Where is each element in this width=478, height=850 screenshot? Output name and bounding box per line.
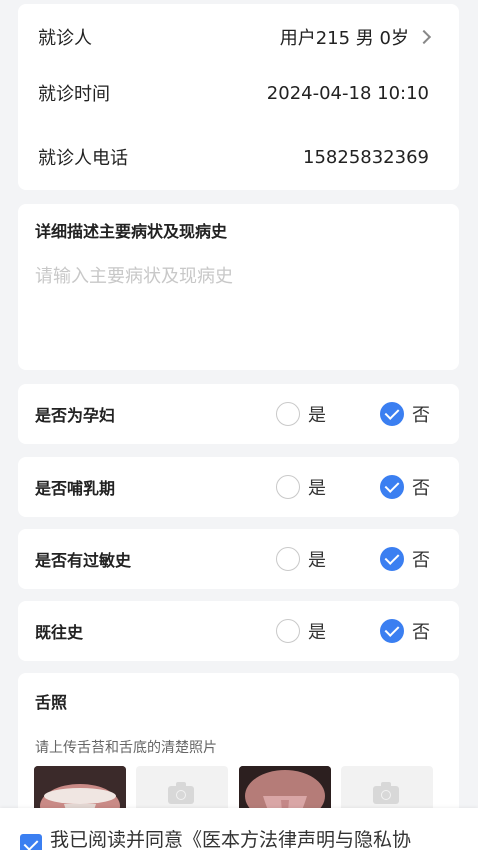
patient-value: 用户215 男 0岁 (279, 28, 409, 49)
lactation-label: 是否哺乳期 (35, 479, 116, 498)
agreement-text: 我已阅读并同意《医本方法律声明与隐私协 (50, 825, 411, 850)
symptom-card: 详细描述主要病状及现病史 (18, 204, 459, 370)
patient-info-card: 就诊人 用户215 男 0岁 就诊时间 2024-04-18 10:10 就诊人… (18, 4, 459, 190)
pregnant-row: 是否为孕妇 是 否 (18, 384, 459, 444)
history-yes-option[interactable]: 是 (276, 618, 326, 644)
visit-time-label: 就诊时间 (38, 84, 110, 105)
agreement-link[interactable]: 《医本方法律声明与隐私协 (183, 829, 411, 850)
tongue-hint: 请上传舌苔和舌底的清楚照片 (35, 740, 217, 756)
lactation-no-option[interactable]: 否 (380, 474, 430, 500)
agreement-prefix: 我已阅读并同意 (50, 829, 184, 850)
no-label: 否 (412, 550, 430, 571)
phone-label: 就诊人电话 (38, 148, 128, 169)
chevron-right-icon (416, 29, 432, 45)
lactation-yes-option[interactable]: 是 (276, 474, 326, 500)
radio-unchecked-icon (276, 619, 300, 643)
allergy-row: 是否有过敏史 是 否 (18, 529, 459, 589)
yes-label: 是 (308, 622, 326, 643)
tongue-title: 舌照 (35, 693, 68, 712)
patient-label: 就诊人 (38, 28, 92, 49)
radio-unchecked-icon (276, 547, 300, 571)
no-label: 否 (412, 622, 430, 643)
phone-value: 15825832369 (303, 146, 429, 168)
history-row: 既往史 是 否 (18, 601, 459, 661)
history-no-option[interactable]: 否 (380, 618, 430, 644)
visit-time-value: 2024-04-18 10:10 (266, 82, 429, 104)
radio-checked-icon (380, 475, 404, 499)
no-label: 否 (412, 405, 430, 426)
radio-unchecked-icon (276, 402, 300, 426)
pregnant-label: 是否为孕妇 (35, 406, 116, 425)
agreement-checkbox[interactable] (20, 834, 42, 850)
history-label: 既往史 (35, 623, 84, 642)
radio-unchecked-icon (276, 475, 300, 499)
yes-label: 是 (308, 550, 326, 571)
allergy-yes-option[interactable]: 是 (276, 546, 326, 572)
yes-label: 是 (308, 405, 326, 426)
pregnant-no-option[interactable]: 否 (380, 401, 430, 427)
radio-checked-icon (380, 547, 404, 571)
symptom-title: 详细描述主要病状及现病史 (35, 222, 228, 241)
radio-checked-icon (380, 402, 404, 426)
phone-row: 就诊人电话 15825832369 (18, 132, 459, 182)
yes-label: 是 (308, 478, 326, 499)
no-label: 否 (412, 478, 430, 499)
patient-selector[interactable]: 就诊人 用户215 男 0岁 (18, 12, 459, 62)
allergy-label: 是否有过敏史 (35, 551, 132, 570)
symptom-input[interactable] (35, 262, 442, 358)
allergy-no-option[interactable]: 否 (380, 546, 430, 572)
camera-icon (373, 782, 399, 804)
radio-checked-icon (380, 619, 404, 643)
camera-icon (168, 782, 194, 804)
agreement-bar: 我已阅读并同意《医本方法律声明与隐私协 (0, 808, 478, 850)
pregnant-yes-option[interactable]: 是 (276, 401, 326, 427)
visit-time-row: 就诊时间 2024-04-18 10:10 (18, 68, 459, 118)
lactation-row: 是否哺乳期 是 否 (18, 457, 459, 517)
